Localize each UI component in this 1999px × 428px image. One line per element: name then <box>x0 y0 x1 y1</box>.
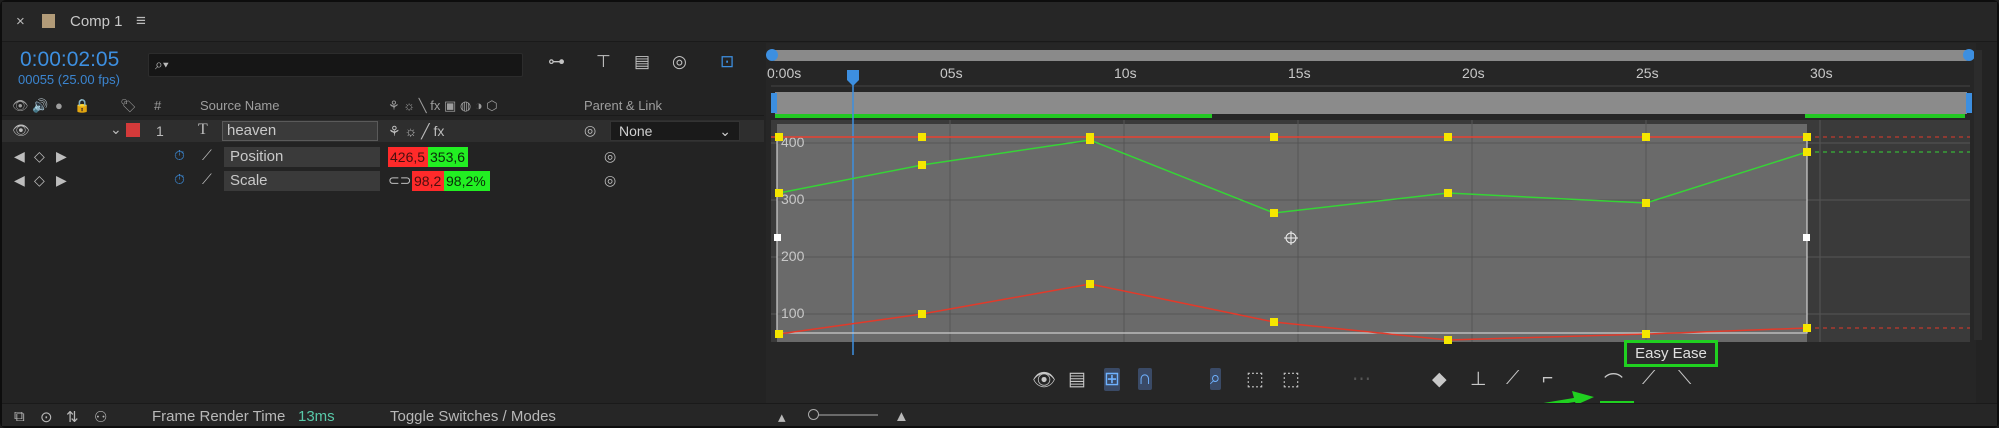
ruler-label-4: 20s <box>1462 65 1485 81</box>
work-area-end-handle[interactable] <box>1963 49 1975 61</box>
ruler-labels: 0:00s 05s 10s 15s 20s 25s 30s <box>767 65 1833 81</box>
zoom-slider-thumb[interactable] <box>808 409 819 420</box>
toggle-switches-modes-button[interactable]: Toggle Switches / Modes <box>390 408 556 425</box>
composition-mini-icon[interactable]: ⊙ <box>40 408 53 426</box>
comp-flowchart-icon[interactable]: ⧉ <box>14 408 25 425</box>
frame-render-label: Frame Render Time <box>152 408 286 425</box>
navigator-end-handle[interactable] <box>1966 93 1972 113</box>
convert-auto-bezier-icon[interactable]: ⟋ <box>1506 368 1519 390</box>
navigator-start-handle[interactable] <box>771 93 777 113</box>
time-navigator[interactable] <box>775 92 1967 114</box>
fit-all-icon[interactable]: ⬚ <box>1282 368 1300 391</box>
adjust-icon[interactable]: ⇅ <box>66 408 79 426</box>
ruler-label-2: 10s <box>1114 65 1137 81</box>
y-label-100: 100 <box>781 305 805 321</box>
frame-render-value: 13ms <box>298 408 335 425</box>
edit-keyframe-icon[interactable]: ◆ <box>1432 368 1447 391</box>
zoom-in-icon[interactable]: ▲ <box>894 408 909 425</box>
easy-ease-out-icon[interactable]: ⟍ <box>1678 368 1691 390</box>
zoom-out-icon[interactable]: ▴ <box>778 408 786 426</box>
easy-ease-icon[interactable]: ⌒ <box>1604 368 1623 395</box>
playhead-handle[interactable] <box>847 70 859 86</box>
work-area-start-handle[interactable] <box>766 49 778 61</box>
separate-dimensions-icon[interactable]: ⋯ <box>1352 368 1371 391</box>
y-label-300: 300 <box>781 191 805 207</box>
vertical-scrollbar[interactable] <box>1974 50 1982 340</box>
ruler-label-3: 15s <box>1288 65 1311 81</box>
ruler-label-5: 25s <box>1636 65 1659 81</box>
status-bar: ⧉ ⊙ ⇅ ⚇ Frame Render Time 13ms Toggle Sw… <box>2 403 1997 426</box>
users-icon[interactable]: ⚇ <box>94 408 107 426</box>
keyframe-span-bar <box>775 114 1212 118</box>
selection-handle-right[interactable] <box>1803 234 1810 241</box>
y-label-200: 200 <box>781 248 805 264</box>
show-properties-eye-icon[interactable]: 👁 <box>1032 368 1056 392</box>
convert-linear-icon[interactable]: ⌐ <box>1542 368 1553 390</box>
selection-handle-left[interactable] <box>774 234 781 241</box>
snapping-magnet-icon[interactable]: ∩ <box>1138 368 1152 390</box>
keyframe-span-bar-end <box>1805 114 1965 118</box>
graph-type-options-icon[interactable]: ▤ <box>1068 368 1086 391</box>
easy-ease-tooltip: Easy Ease <box>1624 340 1718 367</box>
work-area-bar[interactable] <box>771 50 1970 61</box>
auto-zoom-icon[interactable]: ⌕ <box>1210 368 1221 390</box>
zoom-slider-track[interactable] <box>810 414 878 416</box>
convert-hold-icon[interactable]: ⊥ <box>1470 368 1487 391</box>
ruler-label-6: 30s <box>1810 65 1833 81</box>
fit-selection-icon[interactable]: ⬚ <box>1246 368 1264 391</box>
easy-ease-in-icon[interactable]: ⟋ <box>1642 368 1655 390</box>
transform-box-icon[interactable]: ⊞ <box>1104 368 1120 391</box>
ruler-label-0: 0:00s <box>767 65 801 81</box>
ruler-label-1: 05s <box>940 65 963 81</box>
